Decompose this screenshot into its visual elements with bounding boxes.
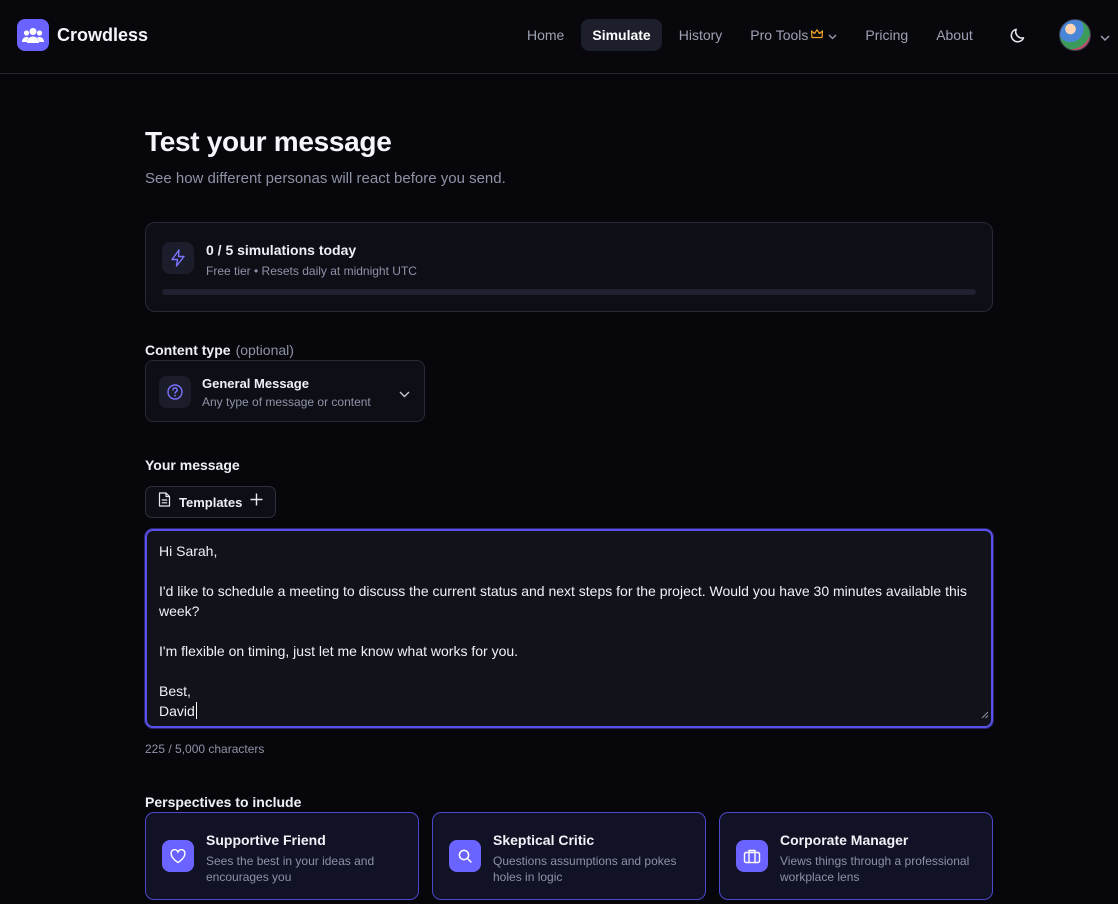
usage-card: 0 / 5 simulations today Free tier • Rese… xyxy=(145,222,993,312)
message-textarea[interactable]: Hi Sarah, I'd like to schedule a meeting… xyxy=(145,529,993,728)
message-line: week? xyxy=(159,603,200,619)
avatar[interactable] xyxy=(1059,19,1091,51)
message-line xyxy=(159,561,979,581)
users-group-icon xyxy=(17,19,49,51)
question-circle-icon xyxy=(159,376,191,408)
nav-simulate-label: Simulate xyxy=(592,27,651,43)
persona-title: Corporate Manager xyxy=(780,832,909,848)
usage-title: 0 / 5 simulations today xyxy=(206,242,357,258)
optional-label: (optional) xyxy=(235,342,294,358)
nav-pricing[interactable]: Pricing xyxy=(854,19,919,51)
persona-title: Supportive Friend xyxy=(206,832,326,848)
message-last-line: David xyxy=(159,701,979,721)
persona-card-corporate-manager[interactable]: Corporate Manager Views things through a… xyxy=(719,812,993,900)
nav-pro-tools[interactable]: Pro Tools xyxy=(739,19,848,51)
nav-home[interactable]: Home xyxy=(516,19,575,51)
message-line xyxy=(159,661,979,681)
persona-description: Questions assumptions and pokes holes in… xyxy=(493,854,677,884)
message-line: David xyxy=(159,703,195,719)
nav-history[interactable]: History xyxy=(668,19,734,51)
content-type-label: Content type (optional) xyxy=(145,342,294,358)
message-line: Best, xyxy=(159,683,191,699)
persona-card-supportive-friend[interactable]: Supportive Friend Sees the best in your … xyxy=(145,812,419,900)
crown-icon xyxy=(811,28,824,42)
lightning-icon xyxy=(162,242,194,274)
nav-home-label: Home xyxy=(527,27,565,43)
app-name: Crowdless xyxy=(57,24,149,45)
content-type-label-text: Content type xyxy=(145,342,231,358)
message-line: I'd like to schedule a meeting to discus… xyxy=(159,583,967,599)
main-nav: Home Simulate History Pro Tools Pricing … xyxy=(516,19,990,51)
nav-pricing-label: Pricing xyxy=(865,27,909,43)
content-type-select[interactable]: General Message Any type of message or c… xyxy=(145,360,425,422)
chevron-down-icon xyxy=(828,27,837,43)
content-type-selected-title: General Message xyxy=(202,376,309,391)
usage-subtitle: Free tier • Resets daily at midnight UTC xyxy=(206,264,417,278)
nav-pro-tools-label: Pro Tools xyxy=(750,27,809,43)
message-line: Hi Sarah, xyxy=(159,543,218,559)
persona-description: Views things through a professional work… xyxy=(780,854,970,884)
nav-about[interactable]: About xyxy=(925,19,984,51)
usage-progress-bar xyxy=(162,289,976,295)
message-line: I'm flexible on timing, just let me know… xyxy=(159,643,519,659)
briefcase-icon xyxy=(736,840,768,872)
brand[interactable]: Crowdless xyxy=(17,19,148,51)
templates-label: Templates xyxy=(179,494,243,510)
text-caret xyxy=(195,702,197,719)
nav-about-label: About xyxy=(936,27,973,43)
resize-handle-icon[interactable] xyxy=(980,706,989,724)
nav-history-label: History xyxy=(678,27,723,43)
page-subtitle: See how different personas will react be… xyxy=(145,170,506,187)
chevron-down-icon xyxy=(399,385,410,403)
message-line xyxy=(159,621,979,641)
search-icon xyxy=(449,840,481,872)
moon-icon[interactable] xyxy=(1008,24,1030,46)
perspectives-list: Supportive Friend Sees the best in your … xyxy=(145,812,993,900)
persona-description: Sees the best in your ideas and encourag… xyxy=(206,854,375,884)
nav-simulate[interactable]: Simulate xyxy=(581,19,662,51)
chevron-down-icon[interactable] xyxy=(1100,29,1110,47)
persona-title: Skeptical Critic xyxy=(493,832,595,848)
persona-card-skeptical-critic[interactable]: Skeptical Critic Questions assumptions a… xyxy=(432,812,706,900)
character-count: 225 / 5,000 characters xyxy=(145,742,265,756)
document-icon xyxy=(158,492,171,512)
page-title: Test your message xyxy=(145,126,392,157)
message-label: Your message xyxy=(145,457,240,473)
top-navbar: Crowdless Home Simulate History Pro Tool… xyxy=(0,0,1118,74)
plus-icon xyxy=(250,493,263,511)
heart-icon xyxy=(162,840,194,872)
perspectives-label: Perspectives to include xyxy=(145,794,302,810)
templates-button[interactable]: Templates xyxy=(145,486,277,518)
content-type-selected-description: Any type of message or content xyxy=(202,395,371,409)
